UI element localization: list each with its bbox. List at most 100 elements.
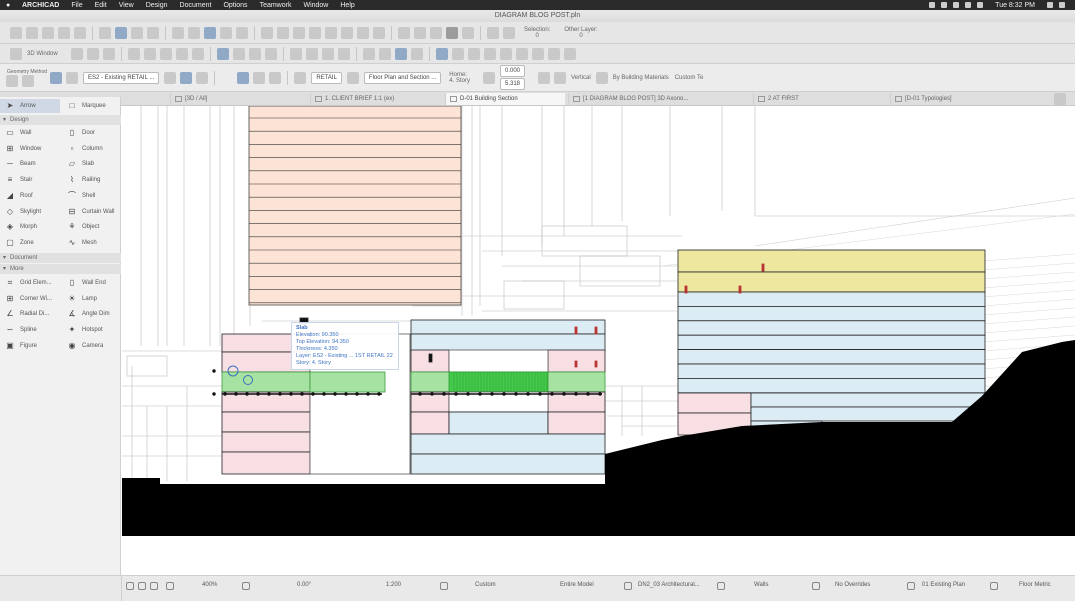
building-materials-select[interactable]: By Building Materials xyxy=(613,75,669,81)
geometry-method-icon[interactable] xyxy=(6,74,18,87)
marquee-tool[interactable]: □ Marquee xyxy=(62,99,118,113)
dimension-icon[interactable] xyxy=(990,582,998,590)
tool-railing[interactable]: ⌇ Railing xyxy=(62,173,118,187)
explore-icon[interactable] xyxy=(446,26,458,39)
3d-cube-icon[interactable] xyxy=(398,26,410,39)
right-floor-9[interactable] xyxy=(750,406,986,422)
trace-icon[interactable] xyxy=(172,26,184,39)
group-icon[interactable] xyxy=(204,26,216,39)
volume-icon[interactable] xyxy=(977,2,984,8)
tool-angle-dim[interactable]: ∡ Angle Dim xyxy=(62,307,118,321)
mid-blue-3[interactable] xyxy=(448,411,549,435)
fill-tool-icon[interactable] xyxy=(325,26,337,39)
left-floor-5[interactable] xyxy=(221,431,311,453)
edit-hotspot[interactable] xyxy=(256,392,260,396)
tool-corner-wi[interactable]: ⊞ Corner Wi... xyxy=(0,292,56,306)
edit-hotspot[interactable] xyxy=(355,392,359,396)
edit-hotspot[interactable] xyxy=(430,392,434,396)
polyline-icon[interactable] xyxy=(293,26,305,39)
elevation-reference-icon[interactable] xyxy=(482,71,495,84)
story-select[interactable]: Floor Plan and Section ... xyxy=(363,71,442,84)
edit-hotspot[interactable] xyxy=(598,392,602,396)
render-icon[interactable] xyxy=(414,26,426,39)
right-yellow-2[interactable] xyxy=(677,271,986,293)
scale-icon[interactable] xyxy=(440,582,448,590)
worksheet-icon[interactable] xyxy=(127,47,140,60)
zoom-in-small-icon[interactable] xyxy=(138,582,146,590)
tool-beam[interactable]: ─ Beam xyxy=(0,157,56,171)
scale-value[interactable]: 1:200 xyxy=(386,582,401,588)
layers-icon[interactable] xyxy=(188,26,200,39)
close-icon[interactable] xyxy=(236,26,248,39)
edit-hotspot[interactable] xyxy=(322,392,326,396)
edit-hotspot[interactable] xyxy=(377,392,381,396)
edit-hotspot[interactable] xyxy=(212,369,216,373)
menu-design[interactable]: Design xyxy=(146,2,168,9)
tool-column[interactable]: ▫ Column xyxy=(62,142,118,156)
zoom-value[interactable]: 400% xyxy=(202,582,217,588)
edit-hotspot[interactable] xyxy=(223,392,227,396)
tab-building-section[interactable]: D-01 Building Section xyxy=(445,93,565,105)
spline-tool-icon[interactable] xyxy=(309,26,321,39)
edge-icon[interactable] xyxy=(538,71,550,84)
tab-client-brief[interactable]: 1. CLIENT BRIEF 1:1 (ex) xyxy=(310,93,415,105)
menu-view[interactable]: View xyxy=(119,2,134,9)
height-input[interactable]: 0.000 xyxy=(499,65,525,77)
tool-object[interactable]: ⚘ Object xyxy=(62,220,118,234)
fit-small-icon[interactable] xyxy=(166,582,174,590)
apple-icon[interactable]: ● xyxy=(6,2,16,9)
offset-icon[interactable] xyxy=(547,47,560,60)
menu-help[interactable]: Help xyxy=(340,2,354,9)
mirror-icon[interactable] xyxy=(191,47,204,60)
renovation-icon[interactable] xyxy=(907,582,915,590)
magic-wand-icon[interactable] xyxy=(115,26,127,39)
pen-set-value[interactable]: Walls xyxy=(754,582,768,588)
slab-top-icon[interactable] xyxy=(237,71,250,84)
stretch-icon[interactable] xyxy=(563,47,576,60)
edge-angle-icon[interactable] xyxy=(554,71,566,84)
wifi-icon[interactable] xyxy=(953,2,960,8)
gravity-icon[interactable] xyxy=(196,71,209,84)
tool-door[interactable]: ▯ Door xyxy=(62,126,118,140)
battery-icon[interactable] xyxy=(965,2,972,8)
cloud-icon[interactable] xyxy=(941,2,948,8)
edit-hotspot[interactable] xyxy=(245,392,249,396)
right-floor-4[interactable] xyxy=(677,334,986,350)
direct-select-icon[interactable] xyxy=(66,71,78,84)
rotate-icon[interactable] xyxy=(175,47,188,60)
edit-hotspot[interactable] xyxy=(586,392,590,396)
tab-3d-axono[interactable]: [1 DIAGRAM BLOG POST] 3D Axono... xyxy=(568,93,753,105)
overrides-value[interactable]: No Overrides xyxy=(835,582,870,588)
edit-hotspot[interactable] xyxy=(514,392,518,396)
layer-select[interactable]: ES2 - Existing RETAIL ... xyxy=(83,71,160,84)
line-tool-icon[interactable] xyxy=(261,26,273,39)
mid-column[interactable] xyxy=(428,353,433,363)
drawing-icon[interactable] xyxy=(362,47,375,60)
tool-wall[interactable]: ▭ Wall xyxy=(0,126,56,140)
edit-hotspot[interactable] xyxy=(442,392,446,396)
mid-red-marker[interactable] xyxy=(594,326,598,335)
edit-hotspot[interactable] xyxy=(550,392,554,396)
tool-shell[interactable]: ⌒ Shell xyxy=(62,189,118,203)
eyedropper-icon[interactable] xyxy=(42,26,54,39)
edit-hotspot[interactable] xyxy=(562,392,566,396)
tool-curtain-wall[interactable]: ⊟ Curtain Wall xyxy=(62,205,118,219)
edit-hotspot[interactable] xyxy=(538,392,542,396)
salmon-block[interactable] xyxy=(248,106,462,306)
left-floor-4[interactable] xyxy=(221,411,311,433)
edit-hotspot[interactable] xyxy=(454,392,458,396)
undo-zoom-icon[interactable] xyxy=(126,582,134,590)
grid-snap-icon[interactable] xyxy=(147,26,159,39)
zoom-out-small-icon[interactable] xyxy=(150,582,158,590)
settings-icon[interactable] xyxy=(503,26,515,39)
text-tool-icon[interactable] xyxy=(341,26,353,39)
trim-icon[interactable] xyxy=(467,47,480,60)
right-floor-2[interactable] xyxy=(677,305,986,322)
floor-plan-icon[interactable] xyxy=(70,47,83,60)
tool-spline[interactable]: ∽ Spline xyxy=(0,323,56,337)
syringe-icon[interactable] xyxy=(58,26,70,39)
snap-icon[interactable] xyxy=(131,26,143,39)
angle-value[interactable]: 0.00° xyxy=(297,582,311,588)
mid-left-pink-3[interactable] xyxy=(410,411,450,435)
design-section[interactable]: Design xyxy=(0,115,121,125)
